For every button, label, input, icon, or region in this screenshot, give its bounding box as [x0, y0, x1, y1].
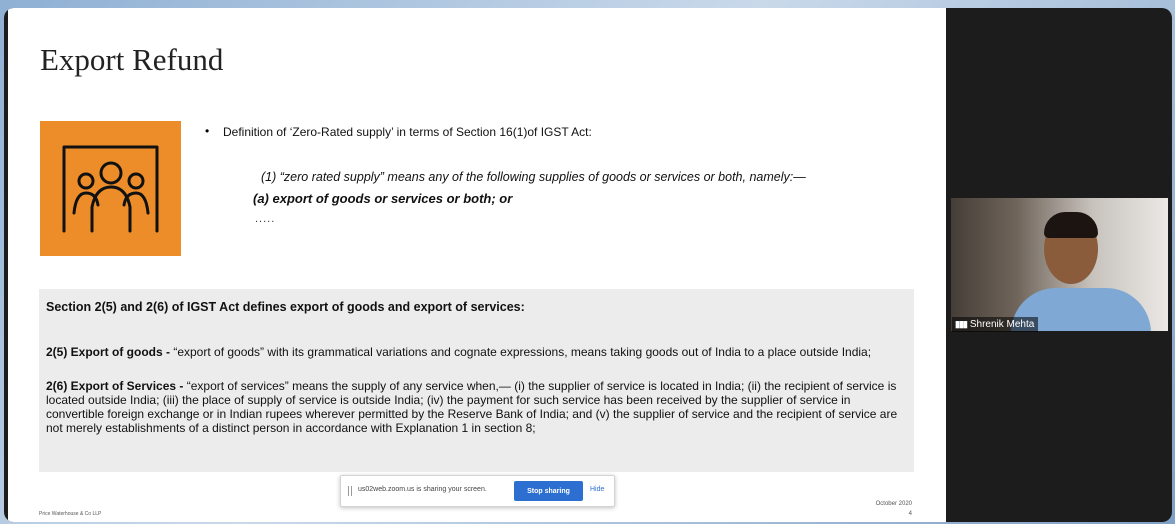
footer-page-number: 4: [908, 511, 912, 517]
shared-slide: Export Refund • Definition of ‘Zero-Rate…: [8, 8, 946, 522]
people-group-icon: [40, 121, 181, 256]
participant-name-tag: ▮▮▮ Shrenik Mehta: [952, 317, 1039, 332]
footer-date: October 2020: [875, 501, 912, 507]
export-services-term: 2(6) Export of Services -: [46, 379, 184, 393]
quote-line-1: (1) “zero rated supply” means any of the…: [261, 170, 806, 184]
export-goods-paragraph: 2(5) Export of goods - “export of goods”…: [46, 345, 908, 359]
export-services-paragraph: 2(6) Export of Services - “export of ser…: [46, 379, 908, 435]
quote-line-2: (a) export of goods or services or both;…: [253, 191, 513, 206]
hide-button[interactable]: Hide: [590, 486, 604, 493]
bullet-text: Definition of ‘Zero-Rated supply’ in ter…: [223, 125, 592, 139]
participant-name: Shrenik Mehta: [969, 319, 1035, 330]
definition-heading: Section 2(5) and 2(6) of IGST Act define…: [46, 300, 525, 314]
stop-sharing-button[interactable]: Stop sharing: [514, 481, 583, 501]
drag-handle-icon[interactable]: [348, 486, 352, 496]
footer-company: Price Waterhouse & Co LLP: [39, 511, 102, 517]
bullet-marker: •: [205, 124, 210, 138]
screen-share-bar: us02web.zoom.us is sharing your screen. …: [340, 475, 615, 507]
participant-video[interactable]: [951, 198, 1168, 331]
ellipsis: .....: [255, 213, 276, 225]
footer-info: October 2020 4: [876, 499, 912, 519]
slide-title: Export Refund: [40, 42, 224, 77]
participant-hair: [1044, 212, 1098, 238]
export-goods-term: 2(5) Export of goods -: [46, 345, 170, 359]
share-message: us02web.zoom.us is sharing your screen.: [358, 486, 487, 493]
signal-bars-icon: ▮▮▮: [955, 319, 968, 329]
export-goods-text: “export of goods” with its grammatical v…: [170, 345, 872, 359]
